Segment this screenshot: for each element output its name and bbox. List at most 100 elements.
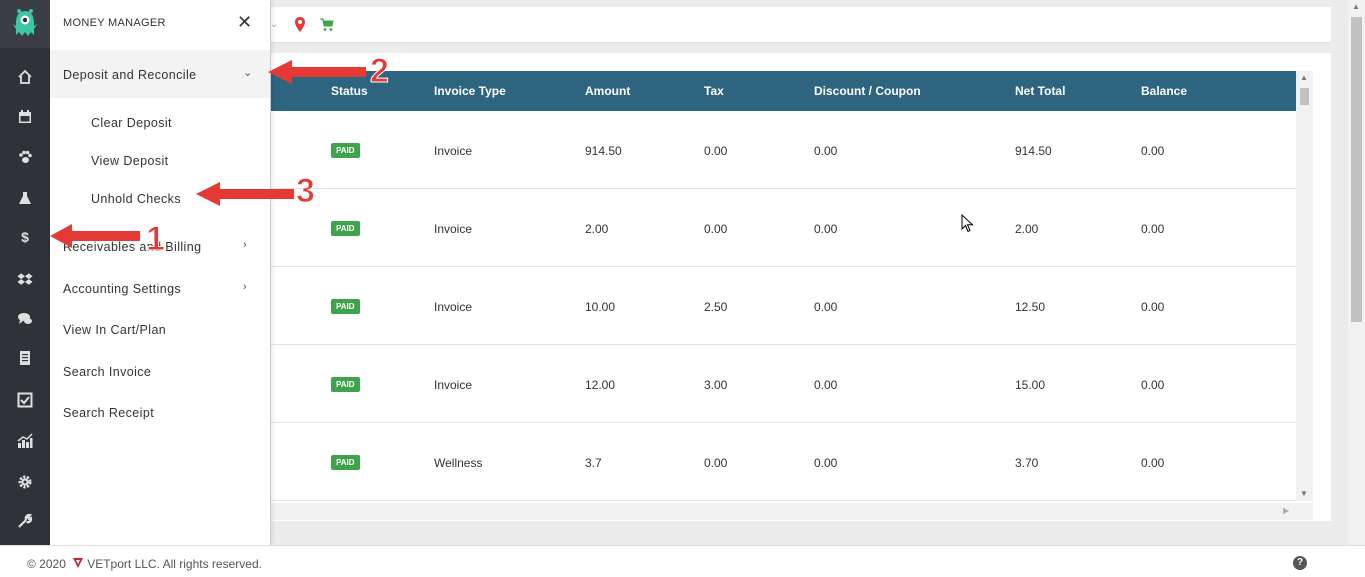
table-vertical-scrollbar[interactable]: ▲ ▼ xyxy=(1296,71,1313,501)
top-toolbar: ⌄ xyxy=(270,7,1331,43)
scroll-down-icon[interactable]: ▼ xyxy=(1300,489,1308,498)
copyright-year: © 2020 xyxy=(27,557,66,571)
dropbox-icon[interactable] xyxy=(0,264,50,294)
mouse-cursor-icon xyxy=(961,214,974,233)
col-balance[interactable]: Balance xyxy=(1141,84,1187,98)
vetport-logo-icon xyxy=(73,558,84,568)
cell-amount: 914.50 xyxy=(585,144,622,158)
invoice-card: Status Invoice Type Amount Tax Discount … xyxy=(270,53,1331,521)
annotation-label-1: 1 xyxy=(146,220,166,259)
money-manager-flyout: MONEY MANAGER ✕ Deposit and Reconcile ⌄ … xyxy=(50,0,271,545)
checkbox-icon[interactable] xyxy=(0,385,50,415)
monster-logo-icon xyxy=(13,9,37,36)
page-scroll-thumb[interactable] xyxy=(1351,17,1362,322)
scroll-up-icon[interactable]: ▲ xyxy=(1300,73,1308,82)
page-scroll-up-icon[interactable]: ▲ xyxy=(1352,2,1360,11)
copyright-text: © 2020 VETport LLC. All rights reserved. xyxy=(27,557,262,571)
annotation-arrow-3 xyxy=(196,182,294,206)
table-header: Status Invoice Type Amount Tax Discount … xyxy=(270,71,1296,111)
cell-discount: 0.00 xyxy=(814,300,838,314)
svg-text:$: $ xyxy=(21,229,29,245)
submenu-unhold-checks[interactable]: Unhold Checks xyxy=(91,192,181,206)
gear-icon[interactable] xyxy=(0,467,50,497)
receipt-icon[interactable] xyxy=(0,343,50,373)
paw-icon[interactable] xyxy=(0,142,50,172)
home-icon[interactable] xyxy=(0,62,50,92)
close-icon[interactable]: ✕ xyxy=(237,12,252,33)
cart-icon[interactable] xyxy=(320,18,334,32)
cell-tax: 0.00 xyxy=(704,144,728,158)
table-scroll-thumb[interactable] xyxy=(1300,88,1309,105)
table-row[interactable]: PAID Invoice 12.00 3.00 0.00 15.00 0.00 xyxy=(270,345,1296,423)
table-row[interactable]: PAID Invoice 914.50 0.00 0.00 914.50 0.0… xyxy=(270,111,1296,189)
col-amount[interactable]: Amount xyxy=(585,84,630,98)
cell-balance: 0.00 xyxy=(1141,222,1165,236)
cell-amount: 12.00 xyxy=(585,378,616,392)
cell-balance: 0.00 xyxy=(1141,300,1165,314)
calendar-icon[interactable] xyxy=(0,102,50,132)
menu-item-search-receipt[interactable]: Search Receipt xyxy=(63,406,154,420)
cell-net-total: 15.00 xyxy=(1015,378,1046,392)
status-badge: PAID xyxy=(331,377,360,392)
cell-discount: 0.00 xyxy=(814,222,838,236)
cell-discount: 0.00 xyxy=(814,144,838,158)
cell-tax: 2.50 xyxy=(704,300,728,314)
cell-discount: 0.00 xyxy=(814,456,838,470)
chevron-down-icon[interactable]: ⌄ xyxy=(270,19,278,30)
chevron-right-icon[interactable]: › xyxy=(243,281,247,293)
chevron-down-icon[interactable]: ⌄ xyxy=(243,66,252,79)
cell-net-total: 3.70 xyxy=(1015,456,1039,470)
table-row[interactable]: PAID Invoice 2.00 0.00 0.00 2.00 0.00 xyxy=(270,189,1296,267)
annotation-label-3: 3 xyxy=(296,172,316,211)
help-icon[interactable]: ? xyxy=(1293,556,1307,570)
invoice-table: Status Invoice Type Amount Tax Discount … xyxy=(270,71,1296,501)
wrench-icon[interactable] xyxy=(0,506,50,536)
annotation-arrow-2 xyxy=(268,60,366,84)
cell-type: Invoice xyxy=(434,300,473,314)
col-invoice-type[interactable]: Invoice Type xyxy=(434,84,506,98)
cell-type: Wellness xyxy=(434,456,483,470)
cell-balance: 0.00 xyxy=(1141,144,1165,158)
chevron-right-icon[interactable]: › xyxy=(243,239,247,251)
icon-rail: $ xyxy=(0,0,50,545)
cell-type: Invoice xyxy=(434,144,473,158)
table-row[interactable]: PAID Wellness 3.7 0.00 0.00 3.70 0.00 xyxy=(270,423,1296,501)
menu-item-accounting-settings[interactable]: Accounting Settings xyxy=(63,282,181,296)
status-badge: PAID xyxy=(331,221,360,236)
menu-item-search-invoice[interactable]: Search Invoice xyxy=(63,365,151,379)
cell-type: Invoice xyxy=(434,378,473,392)
submenu-clear-deposit[interactable]: Clear Deposit xyxy=(91,116,172,130)
menu-item-view-in-cart-plan[interactable]: View In Cart/Plan xyxy=(63,323,166,337)
cell-discount: 0.00 xyxy=(814,378,838,392)
scroll-right-icon[interactable]: ▶ xyxy=(1283,506,1289,515)
chat-icon[interactable] xyxy=(0,304,50,334)
cell-balance: 0.00 xyxy=(1141,378,1165,392)
cell-net-total: 914.50 xyxy=(1015,144,1052,158)
table-horizontal-scrollbar[interactable]: ▶ xyxy=(270,503,1313,520)
company-name: VETport LLC. All rights reserved. xyxy=(87,557,262,571)
col-tax[interactable]: Tax xyxy=(704,84,724,98)
cell-tax: 3.00 xyxy=(704,378,728,392)
col-discount[interactable]: Discount / Coupon xyxy=(814,84,921,98)
status-badge: PAID xyxy=(331,143,360,158)
app-logo[interactable] xyxy=(0,0,50,48)
page-vertical-scrollbar[interactable]: ▲ xyxy=(1348,0,1365,545)
cell-amount: 10.00 xyxy=(585,300,616,314)
cell-net-total: 2.00 xyxy=(1015,222,1039,236)
flask-icon[interactable] xyxy=(0,183,50,213)
chart-icon[interactable] xyxy=(0,426,50,456)
annotation-label-2: 2 xyxy=(370,52,390,91)
col-net-total[interactable]: Net Total xyxy=(1015,84,1065,98)
menu-label-deposit-and-reconcile[interactable]: Deposit and Reconcile xyxy=(63,68,196,82)
page-footer: © 2020 VETport LLC. All rights reserved.… xyxy=(0,545,1365,577)
cell-balance: 0.00 xyxy=(1141,456,1165,470)
status-badge: PAID xyxy=(331,299,360,314)
location-pin-icon[interactable] xyxy=(294,16,306,34)
submenu-view-deposit[interactable]: View Deposit xyxy=(91,154,169,168)
flyout-title: MONEY MANAGER xyxy=(63,17,166,29)
cell-net-total: 12.50 xyxy=(1015,300,1046,314)
cell-amount: 3.7 xyxy=(585,456,602,470)
cell-tax: 0.00 xyxy=(704,222,728,236)
dollar-icon[interactable]: $ xyxy=(0,222,50,252)
table-row[interactable]: PAID Invoice 10.00 2.50 0.00 12.50 0.00 xyxy=(270,267,1296,345)
